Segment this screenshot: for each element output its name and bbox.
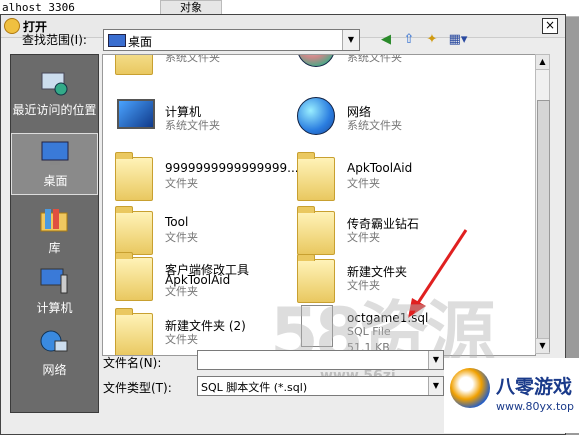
file-list: 系统文件夹 系统文件夹 计算机 系统文件夹 网络 系统文件夹 999999999…: [102, 54, 536, 356]
folder-icon: [109, 307, 157, 355]
folder-icon: [109, 205, 157, 257]
filetype-label: 文件类型(T):: [103, 381, 172, 395]
item-name: 9999999999999999...: [165, 161, 299, 175]
list-item[interactable]: octgame1.sql SQL File 51.1 KB: [291, 301, 471, 355]
list-item[interactable]: 客户端修改工具 ApkToolAid 文件夹: [109, 251, 289, 309]
item-name: ApkToolAid: [347, 161, 413, 175]
place-desktop[interactable]: 桌面: [11, 133, 98, 195]
vertical-scrollbar[interactable]: ▲ ▼: [535, 54, 550, 354]
desktop-icon: [108, 34, 126, 47]
place-label: 网络: [42, 363, 67, 377]
list-item[interactable]: 新建文件夹 (2) 文件夹: [109, 307, 289, 355]
back-button[interactable]: ◀: [377, 31, 395, 48]
item-type: 系统文件夹: [347, 54, 402, 64]
place-libraries[interactable]: 库: [11, 201, 98, 263]
look-in-label: 查找范围(I):: [22, 33, 87, 47]
folder-icon: [109, 251, 157, 303]
place-label: 最近访问的位置: [12, 103, 97, 117]
item-type: 系统文件夹: [165, 54, 220, 64]
place-label: 桌面: [43, 174, 68, 188]
view-menu-button[interactable]: ▦▾: [446, 31, 470, 48]
filetype-select[interactable]: SQL 脚本文件 (*.sql) ▼: [197, 376, 444, 396]
filename-label: 文件名(N):: [103, 356, 162, 370]
item-type: 文件夹: [165, 177, 198, 190]
new-folder-button[interactable]: ✦: [423, 31, 441, 48]
user-folder-icon: [109, 55, 157, 77]
computer-icon: [40, 268, 68, 294]
list-item[interactable]: 网络 系统文件夹: [291, 93, 471, 151]
place-computer[interactable]: 计算机: [11, 261, 98, 323]
item-type: 文件夹: [347, 231, 380, 244]
logo-name: 八零游戏: [496, 376, 573, 398]
list-item[interactable]: 9999999999999999... 文件夹: [109, 151, 299, 209]
scroll-thumb[interactable]: [537, 100, 550, 352]
place-label: 库: [48, 241, 61, 255]
item-type: 文件夹: [165, 231, 198, 244]
desktop-icon: [41, 141, 69, 165]
up-folder-button[interactable]: ⇧: [400, 31, 418, 48]
folder-icon: [291, 151, 339, 203]
sql-file-icon: [291, 301, 339, 353]
scroll-up-icon[interactable]: ▲: [536, 55, 549, 70]
list-item[interactable]: 计算机 系统文件夹: [109, 93, 289, 151]
folder-icon: [109, 151, 157, 203]
item-type: 文件夹: [165, 285, 198, 298]
place-label: 计算机: [36, 301, 73, 315]
libraries-icon: [40, 209, 68, 232]
logo-url: www.80yx.top: [496, 400, 575, 413]
site-logo: 八零游戏 www.80yx.top: [444, 358, 579, 433]
item-type: 文件夹: [165, 333, 198, 346]
user-icon: [291, 55, 339, 77]
list-item[interactable]: ApkToolAid 文件夹: [291, 151, 471, 209]
folder-icon: [291, 253, 339, 305]
network-icon: [291, 93, 339, 145]
logo-icon: [450, 368, 490, 408]
chevron-down-icon[interactable]: ▼: [428, 377, 443, 395]
item-name: octgame1.sql: [347, 311, 429, 325]
places-bar: 最近访问的位置 桌面 库 计算机 网络: [10, 54, 99, 413]
network-icon: [40, 330, 68, 352]
item-type: 文件夹: [347, 279, 380, 292]
chevron-down-icon[interactable]: ▼: [428, 351, 443, 369]
item-type: SQL File: [347, 325, 391, 338]
place-network[interactable]: 网络: [11, 323, 98, 385]
filename-input[interactable]: ▼: [197, 350, 444, 370]
item-type: 系统文件夹: [165, 119, 220, 132]
look-in-value: 桌面: [128, 35, 153, 49]
filetype-value: SQL 脚本文件 (*.sql): [201, 381, 308, 394]
chevron-down-icon[interactable]: ▼: [342, 30, 359, 50]
list-item[interactable]: 系统文件夹: [291, 54, 471, 83]
place-recent[interactable]: 最近访问的位置: [11, 63, 98, 125]
app-icon: [4, 18, 20, 34]
computer-icon: [109, 93, 157, 145]
list-item[interactable]: 系统文件夹: [109, 54, 289, 83]
recent-places-icon: [41, 72, 68, 96]
item-type: 文件夹: [347, 177, 380, 190]
close-button[interactable]: ×: [542, 18, 558, 34]
item-name: Tool: [165, 215, 189, 229]
look-in-select[interactable]: 桌面 ▼: [103, 29, 360, 51]
scroll-down-icon[interactable]: ▼: [536, 338, 549, 353]
folder-icon: [291, 205, 339, 257]
item-type: 系统文件夹: [347, 119, 402, 132]
host-text: alhost 3306: [2, 1, 75, 14]
